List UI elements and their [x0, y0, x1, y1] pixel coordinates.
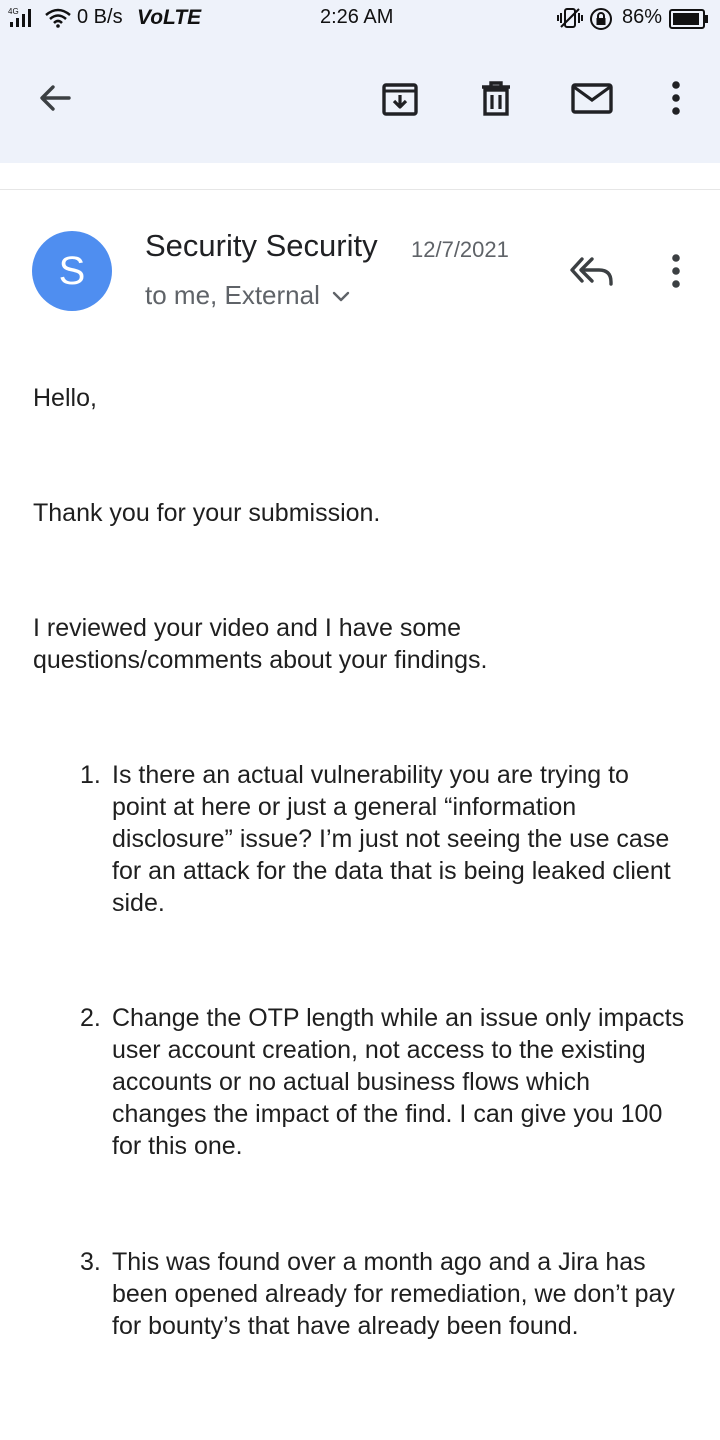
arrow-left-icon	[40, 85, 71, 111]
divider	[0, 189, 720, 190]
sender-name[interactable]: Security Security	[145, 228, 378, 264]
message-more-button[interactable]	[660, 250, 692, 294]
volte-indicator: VoLTE	[137, 6, 202, 29]
cellular-signal-icon: 4G	[8, 7, 31, 27]
svg-text:4G: 4G	[8, 7, 19, 16]
status-bar: 4G 0 B/s VoLTE 2:26 AM 86%	[0, 0, 720, 38]
more-vert-icon	[672, 81, 680, 115]
chevron-down-icon	[332, 291, 350, 301]
list-item-text: This was found over a month ago and a Ji…	[112, 1248, 675, 1340]
network-speed: 0 B/s	[77, 6, 123, 28]
body-thanks: Thank you for your submission.	[33, 499, 381, 527]
delete-button[interactable]	[474, 76, 518, 120]
list-item: 3. This was found over a month ago and a…	[80, 1246, 690, 1342]
list-item-number: 3.	[80, 1248, 101, 1276]
more-vert-icon	[672, 254, 680, 288]
list-item-text: Change the OTP length while an issue onl…	[112, 1004, 685, 1160]
list-item: 2. Change the OTP length while an issue …	[80, 1002, 690, 1162]
mail-icon	[571, 83, 613, 114]
mark-unread-button[interactable]	[570, 76, 614, 120]
clock: 2:26 AM	[320, 6, 394, 28]
avatar[interactable]: S	[32, 231, 112, 311]
trash-icon	[482, 81, 510, 116]
list-item-number: 2.	[80, 1004, 101, 1032]
list-item-text: Is there an actual vulnerability you are…	[112, 761, 671, 917]
archive-button[interactable]	[378, 76, 422, 120]
body-greeting: Hello,	[33, 384, 97, 412]
message-date: 12/7/2021	[411, 237, 509, 262]
battery-percent: 86%	[622, 6, 663, 28]
archive-icon	[382, 83, 418, 116]
recipients-label: to me, External	[145, 280, 320, 310]
body-intro: I reviewed your video and I have some qu…	[33, 614, 488, 674]
back-button[interactable]	[33, 76, 77, 120]
wifi-icon	[45, 8, 71, 28]
reply-all-icon[interactable]	[565, 250, 617, 290]
list-item-number: 1.	[80, 761, 101, 789]
list-item: 1. Is there an actual vulnerability you …	[80, 759, 690, 919]
rotation-lock-icon	[590, 8, 612, 30]
recipients-toggle[interactable]: to me, External	[145, 280, 352, 311]
vibrate-icon	[557, 8, 583, 28]
more-options-button[interactable]	[654, 76, 698, 120]
battery-icon	[669, 9, 708, 29]
